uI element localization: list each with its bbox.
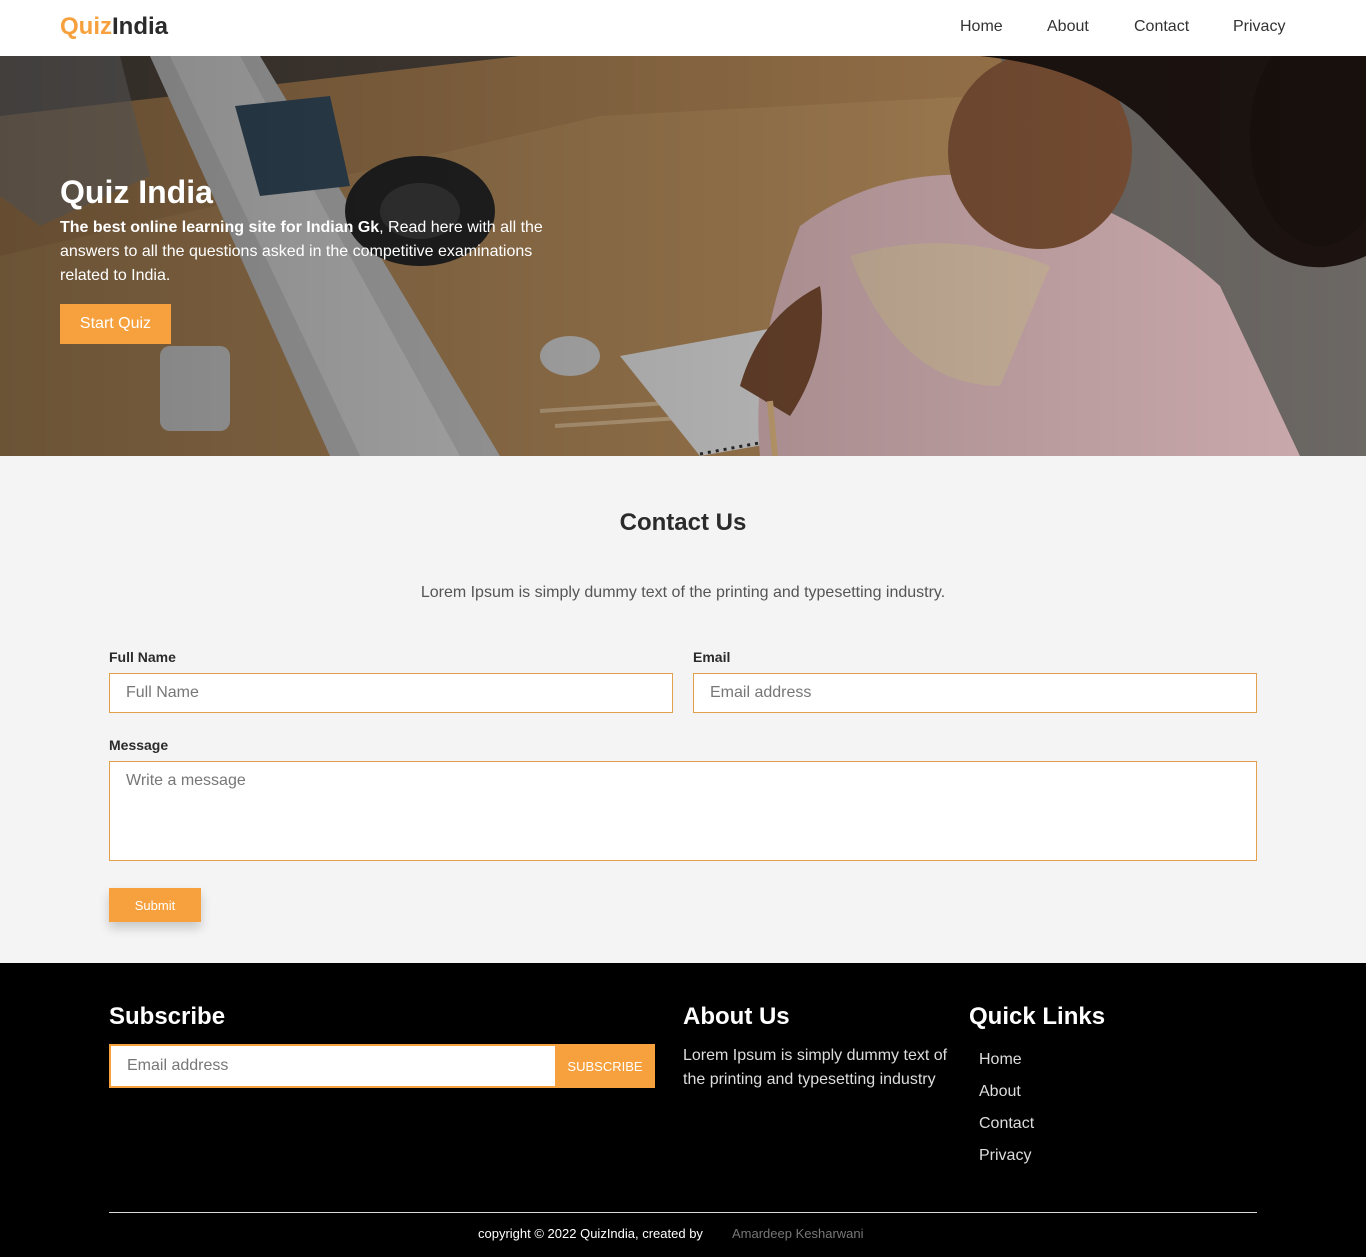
- logo-part-quiz: Quiz: [60, 13, 112, 40]
- email-label: Email: [693, 649, 731, 665]
- hero-description-highlight: The best online learning site for Indian…: [60, 219, 380, 236]
- copyright-text: copyright © 2022 QuizIndia, created by: [478, 1226, 703, 1241]
- start-quiz-button[interactable]: Start Quiz: [60, 304, 171, 344]
- nav-home[interactable]: Home: [960, 18, 1003, 36]
- nav-contact[interactable]: Contact: [1134, 18, 1189, 36]
- nav-privacy[interactable]: Privacy: [1233, 18, 1285, 36]
- nav-about[interactable]: About: [1047, 18, 1089, 36]
- quick-links-heading: Quick Links: [969, 1003, 1106, 1030]
- footer-link-about[interactable]: About: [979, 1083, 1021, 1101]
- email-input[interactable]: [693, 673, 1257, 713]
- full-name-label: Full Name: [109, 649, 176, 665]
- full-name-input[interactable]: [109, 673, 673, 713]
- about-heading: About Us: [683, 1003, 790, 1030]
- contact-title: Contact Us: [619, 509, 747, 536]
- subscribe-button[interactable]: SUBSCRIBE: [555, 1044, 655, 1088]
- hero-banner: Quiz India The best online learning site…: [0, 56, 1366, 456]
- footer: Subscribe SUBSCRIBE About Us Lorem Ipsum…: [0, 963, 1366, 1257]
- footer-link-home[interactable]: Home: [979, 1051, 1022, 1069]
- footer-link-contact[interactable]: Contact: [979, 1115, 1034, 1133]
- hero-description: The best online learning site for Indian…: [60, 216, 560, 288]
- author-link[interactable]: Amardeep Kesharwani: [732, 1226, 864, 1241]
- subscribe-form: SUBSCRIBE: [109, 1044, 655, 1088]
- submit-button[interactable]: Submit: [109, 888, 201, 922]
- footer-link-privacy[interactable]: Privacy: [979, 1147, 1031, 1165]
- hero-title: Quiz India: [60, 174, 213, 210]
- footer-divider: [109, 1212, 1257, 1213]
- navbar: QuizIndia Home About Contact Privacy: [0, 0, 1366, 56]
- contact-subtitle: Lorem Ipsum is simply dummy text of the …: [420, 584, 946, 601]
- subscribe-email-input[interactable]: [111, 1046, 555, 1086]
- subscribe-heading: Subscribe: [109, 1003, 226, 1030]
- logo-part-india: India: [112, 13, 169, 40]
- site-logo[interactable]: QuizIndia: [60, 13, 168, 41]
- message-textarea[interactable]: [109, 761, 1257, 861]
- about-text: Lorem Ipsum is simply dummy text of the …: [683, 1047, 948, 1088]
- message-label: Message: [109, 737, 169, 753]
